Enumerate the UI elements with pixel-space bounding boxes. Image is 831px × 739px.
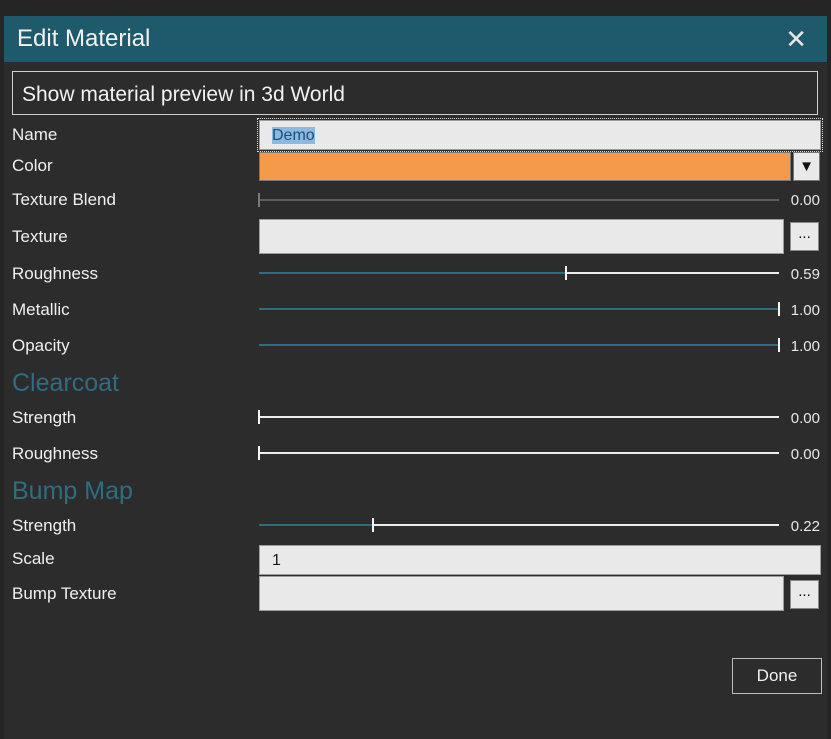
texture-blend-label: Texture Blend	[12, 190, 116, 209]
texture-label: Texture	[12, 227, 68, 246]
bump-map-heading: Bump Map	[12, 477, 133, 505]
metallic-label: Metallic	[12, 300, 70, 319]
texture-browse-button[interactable]: ...	[790, 222, 819, 251]
roughness-slider[interactable]	[259, 266, 779, 280]
bump-strength-value: 0.22	[790, 518, 820, 535]
metallic-value: 1.00	[790, 302, 820, 319]
texture-input[interactable]	[259, 219, 784, 254]
bump-strength-slider[interactable]	[259, 518, 779, 532]
clearcoat-roughness-value: 0.00	[790, 446, 820, 463]
bump-texture-label: Bump Texture	[12, 584, 117, 603]
bump-strength-label: Strength	[12, 516, 77, 535]
color-label: Color	[12, 156, 53, 175]
clearcoat-strength-slider[interactable]	[258, 410, 779, 424]
name-input-value: Demo	[272, 127, 315, 144]
metallic-slider[interactable]	[259, 302, 780, 316]
roughness-value: 0.59	[790, 266, 820, 283]
opacity-label: Opacity	[12, 336, 70, 355]
name-label: Name	[12, 125, 58, 144]
clearcoat-roughness-label: Roughness	[12, 444, 99, 463]
scale-label: Scale	[12, 549, 55, 568]
close-icon[interactable]: ✕	[785, 25, 807, 53]
texture-blend-value: 0.00	[790, 192, 820, 209]
scale-input[interactable]: 1	[259, 545, 821, 575]
show-preview-button[interactable]: Show material preview in 3d World	[12, 71, 818, 115]
color-swatch[interactable]	[259, 152, 791, 181]
opacity-slider[interactable]	[259, 338, 780, 352]
done-button[interactable]: Done	[732, 658, 822, 694]
dialog-titlebar: Edit Material ✕	[4, 16, 827, 62]
clearcoat-roughness-slider[interactable]	[258, 446, 779, 460]
texture-blend-slider[interactable]	[258, 193, 779, 207]
opacity-value: 1.00	[790, 338, 820, 355]
clearcoat-strength-label: Strength	[12, 408, 77, 427]
roughness-label: Roughness	[12, 264, 99, 283]
clearcoat-heading: Clearcoat	[12, 369, 119, 397]
clearcoat-strength-value: 0.00	[790, 410, 820, 427]
name-input[interactable]: Demo	[257, 118, 823, 152]
bump-texture-browse-button[interactable]: ...	[790, 580, 819, 609]
dialog-title: Edit Material	[17, 25, 151, 52]
bump-texture-input[interactable]	[259, 576, 784, 611]
chevron-down-icon[interactable]: ▼	[793, 152, 820, 181]
